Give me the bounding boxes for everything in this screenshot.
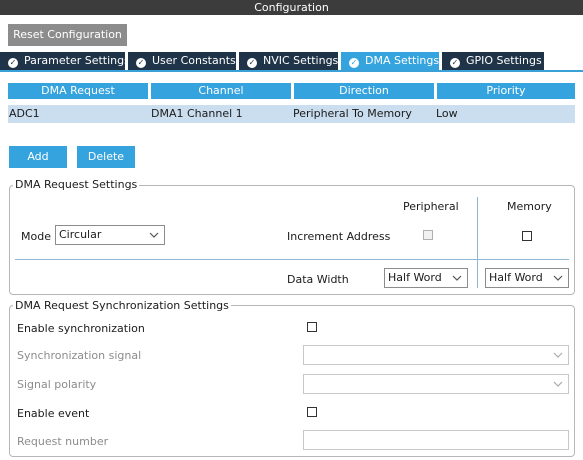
peripheral-increment-checkbox[interactable] [423, 230, 433, 240]
dma-sync-settings-legend: DMA Request Synchronization Settings [13, 299, 231, 312]
tab-label: User Constants [152, 54, 236, 67]
reset-configuration-button[interactable]: Reset Configuration [8, 24, 127, 46]
tab-nvic-settings[interactable]: ✓ NVIC Settings [239, 52, 338, 70]
cell-direction: Peripheral To Memory [293, 107, 412, 120]
cell-channel: DMA1 Channel 1 [151, 107, 243, 120]
signal-polarity-label: Signal polarity [17, 378, 97, 391]
enable-event-label: Enable event [17, 407, 90, 420]
check-circle-icon: ✓ [349, 58, 359, 68]
enable-synchronization-checkbox[interactable] [307, 322, 317, 332]
column-header-direction[interactable]: Direction [294, 83, 434, 99]
add-button[interactable]: Add [9, 146, 67, 168]
tab-label: GPIO Settings [466, 54, 542, 67]
increment-address-label: Increment Address [287, 230, 391, 243]
check-circle-icon: ✓ [450, 58, 460, 68]
tab-label: DMA Settings [365, 54, 440, 67]
column-divider [477, 197, 478, 288]
memory-increment-checkbox[interactable] [522, 231, 532, 241]
peripheral-data-width-value: Half Word [388, 271, 442, 284]
memory-column-label: Memory [507, 200, 552, 213]
check-circle-icon: ✓ [8, 58, 18, 68]
window-title: Configuration [0, 0, 583, 15]
synchronization-signal-label: Synchronization signal [17, 349, 142, 362]
check-circle-icon: ✓ [247, 58, 257, 68]
synchronization-signal-select[interactable] [303, 345, 569, 365]
tab-underline [0, 70, 583, 72]
tab-gpio-settings[interactable]: ✓ GPIO Settings [442, 52, 544, 70]
delete-button[interactable]: Delete [77, 146, 135, 168]
chevron-down-icon [553, 352, 563, 358]
data-width-label: Data Width [287, 273, 349, 286]
settings-tabs: ✓ Parameter Settings ✓ User Constants ✓ NVI… [0, 52, 583, 72]
dma-request-settings-legend: DMA Request Settings [13, 178, 140, 191]
column-header-priority[interactable]: Priority [437, 83, 575, 99]
tab-parameter-settings[interactable]: ✓ Parameter Settings [0, 52, 130, 70]
section-divider [15, 259, 569, 260]
enable-event-checkbox[interactable] [307, 407, 317, 417]
tab-label: NVIC Settings [263, 54, 339, 67]
memory-data-width-value: Half Word [489, 271, 543, 284]
tab-user-constants[interactable]: ✓ User Constants [128, 52, 236, 70]
enable-synchronization-label: Enable synchronization [17, 322, 145, 335]
table-row[interactable]: ADC1 DMA1 Channel 1 Peripheral To Memory… [8, 105, 575, 123]
peripheral-data-width-select[interactable]: Half Word [384, 268, 468, 288]
chevron-down-icon [553, 275, 563, 281]
request-number-label: Request number [17, 435, 109, 448]
signal-polarity-select[interactable] [303, 374, 569, 394]
mode-select[interactable]: Circular [55, 225, 165, 245]
column-header-channel[interactable]: Channel [151, 83, 291, 99]
tab-label: Parameter Settings [24, 54, 130, 67]
tab-dma-settings[interactable]: ✓ DMA Settings [341, 52, 439, 72]
mode-label: Mode [21, 230, 51, 243]
mode-select-value: Circular [59, 228, 102, 241]
cell-priority: Low [436, 107, 458, 120]
chevron-down-icon [553, 381, 563, 387]
memory-data-width-select[interactable]: Half Word [485, 268, 569, 288]
peripheral-column-label: Peripheral [403, 200, 459, 213]
table-header: DMA Request Channel Direction Priority [8, 83, 575, 99]
check-circle-icon: ✓ [136, 58, 146, 68]
chevron-down-icon [452, 275, 462, 281]
column-header-dma-request[interactable]: DMA Request [8, 83, 148, 99]
request-number-input[interactable] [303, 430, 569, 450]
cell-dma-request: ADC1 [9, 107, 40, 120]
chevron-down-icon [149, 232, 159, 238]
